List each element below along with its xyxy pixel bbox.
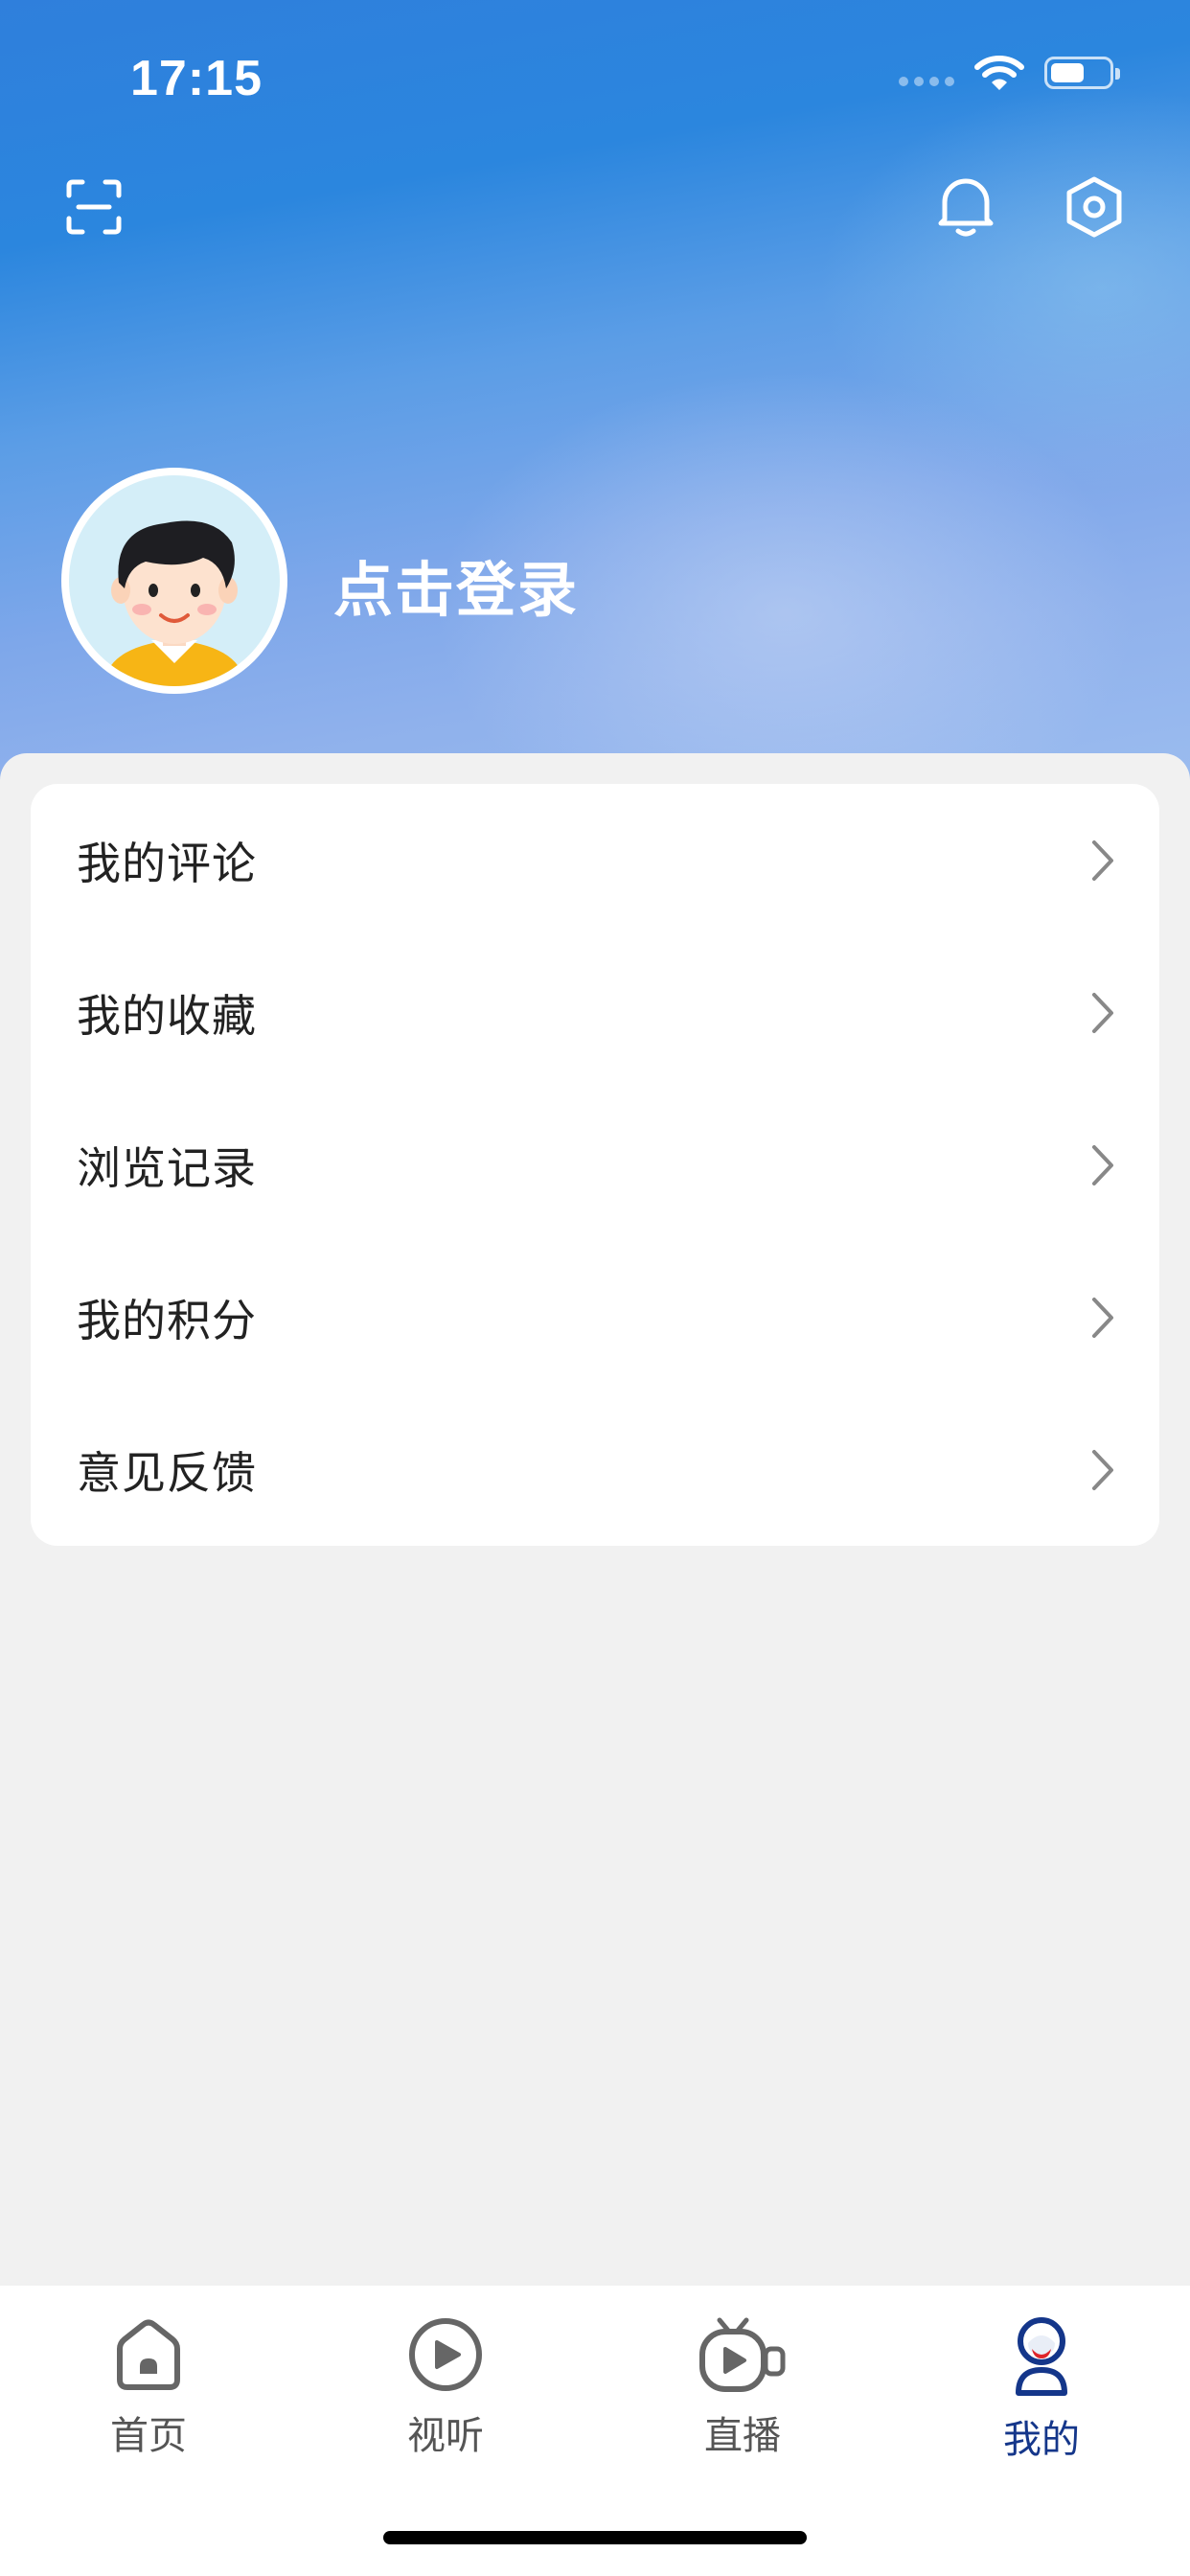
wifi-icon xyxy=(974,56,1024,90)
play-circle-icon xyxy=(409,2318,482,2391)
settings-hexagon-icon xyxy=(1066,176,1122,238)
profile-icon xyxy=(1016,2317,1067,2396)
menu-item-my-favorites[interactable]: 我的收藏 xyxy=(31,936,1159,1089)
cellular-signal-icon xyxy=(899,77,954,86)
chevron-right-icon xyxy=(1092,1144,1113,1185)
settings-button[interactable] xyxy=(1056,169,1133,245)
scan-icon xyxy=(66,179,122,235)
battery-icon xyxy=(1044,57,1120,89)
menu-item-my-points[interactable]: 我的积分 xyxy=(31,1241,1159,1393)
avatar-image xyxy=(69,475,280,686)
bell-icon xyxy=(938,178,994,237)
menu-item-browsing-history[interactable]: 浏览记录 xyxy=(31,1089,1159,1241)
tab-home[interactable]: 首页 xyxy=(0,2286,297,2477)
menu-item-label: 意见反馈 xyxy=(77,1446,257,1499)
tab-mine[interactable]: 我的 xyxy=(893,2286,1190,2477)
avatar[interactable] xyxy=(61,468,287,694)
status-time: 17:15 xyxy=(130,51,263,106)
live-tv-icon xyxy=(699,2317,786,2392)
tab-label: 视听 xyxy=(407,2414,484,2458)
tab-label: 直播 xyxy=(704,2414,781,2458)
menu-item-my-comments[interactable]: 我的评论 xyxy=(31,784,1159,936)
home-icon xyxy=(117,2319,180,2390)
menu-item-label: 浏览记录 xyxy=(77,1141,257,1194)
menu-item-label: 我的积分 xyxy=(77,1294,257,1346)
chevron-right-icon xyxy=(1092,1449,1113,1490)
tab-label: 首页 xyxy=(110,2414,187,2458)
home-indicator xyxy=(383,2531,807,2544)
tab-label: 我的 xyxy=(1003,2418,1080,2462)
chevron-right-icon xyxy=(1092,1297,1113,1338)
menu-item-feedback[interactable]: 意见反馈 xyxy=(31,1393,1159,1546)
status-indicators xyxy=(899,54,1120,92)
login-prompt[interactable]: 点击登录 xyxy=(333,541,579,628)
menu-item-label: 我的收藏 xyxy=(77,989,257,1042)
scan-button[interactable] xyxy=(56,169,132,245)
profile-header: 17:15 点击登录 xyxy=(0,0,1190,786)
notifications-button[interactable] xyxy=(927,169,1004,245)
chevron-right-icon xyxy=(1092,992,1113,1033)
menu-item-label: 我的评论 xyxy=(77,837,257,889)
menu-card: 我的评论 我的收藏 浏览记录 我的积分 意见反馈 xyxy=(31,784,1159,1546)
tab-live[interactable]: 直播 xyxy=(594,2286,891,2477)
chevron-right-icon xyxy=(1092,840,1113,881)
tab-audio-video[interactable]: 视听 xyxy=(297,2286,594,2477)
